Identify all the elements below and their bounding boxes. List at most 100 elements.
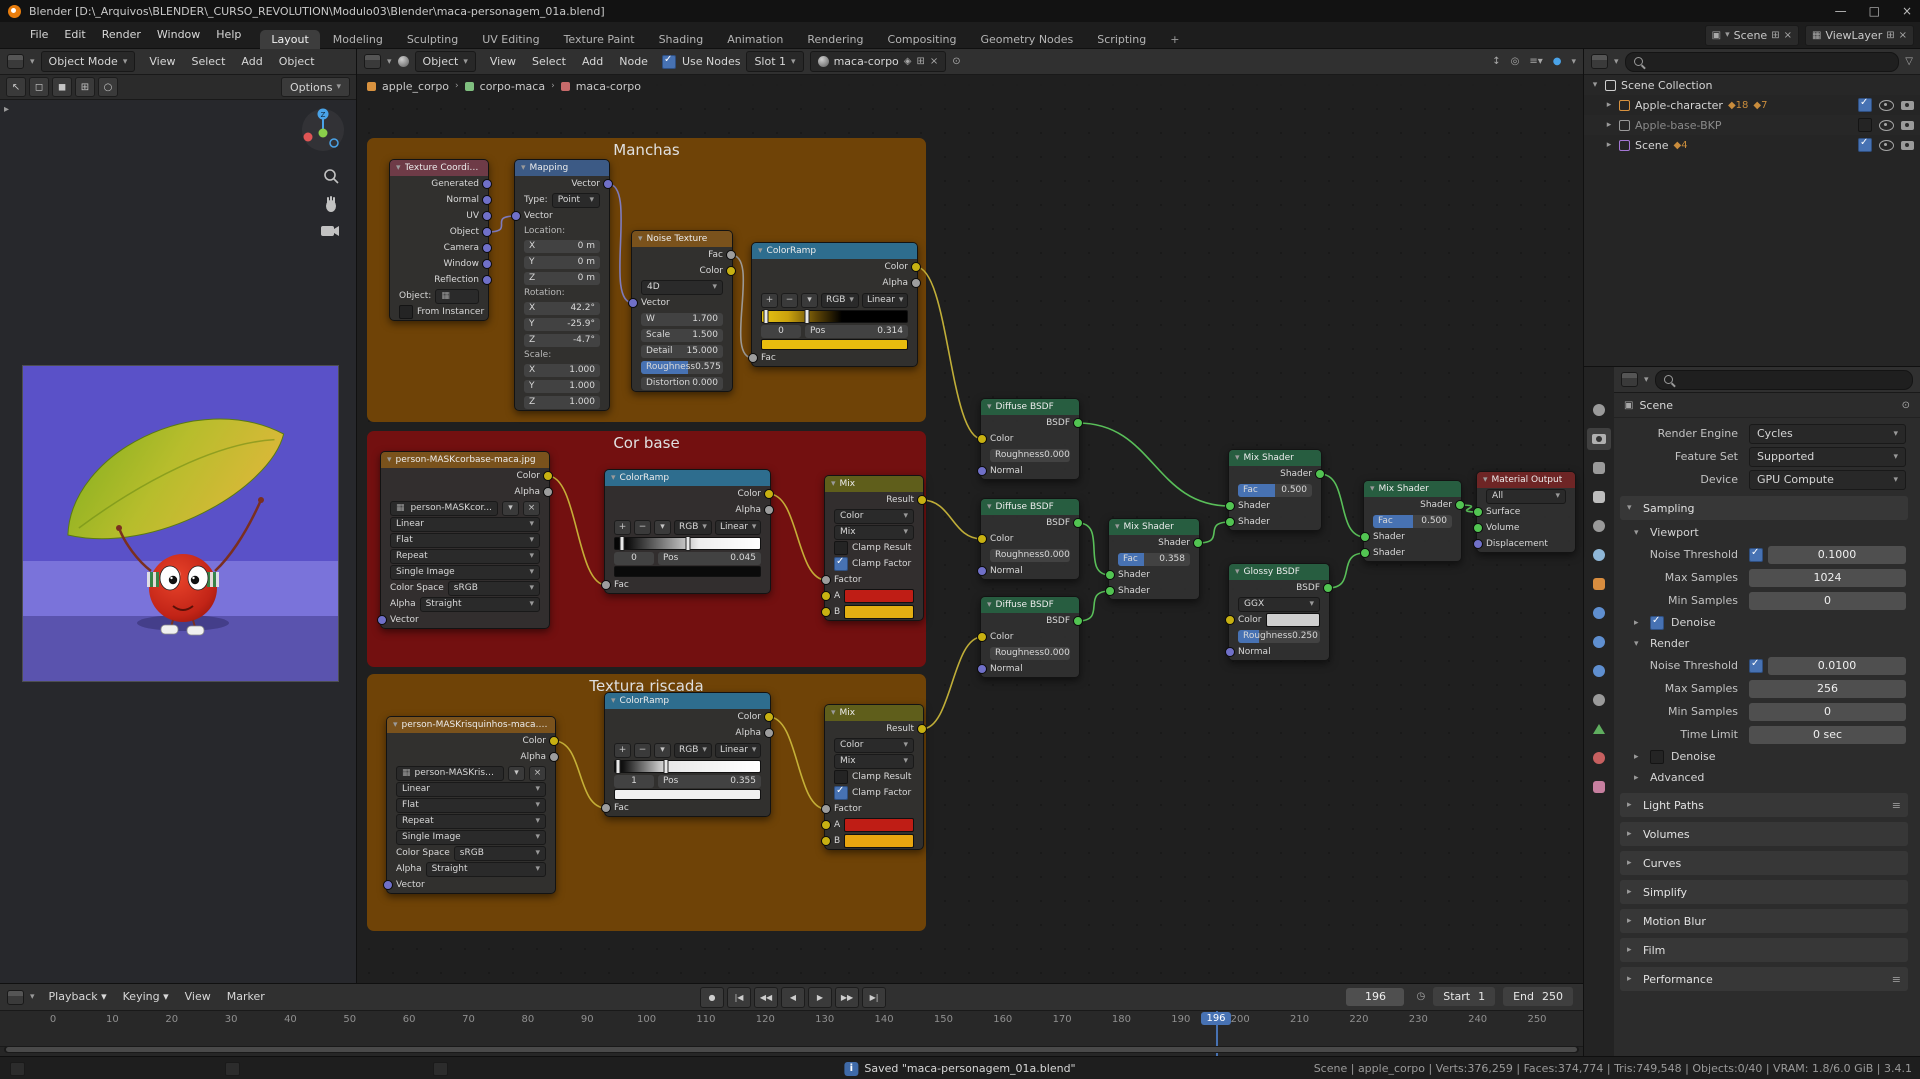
maximize-button[interactable]: □: [1869, 4, 1880, 18]
image-name-field[interactable]: ▦ person-MASKcor...: [390, 500, 498, 516]
socket-in-normal[interactable]: [977, 566, 987, 576]
start-frame-field[interactable]: Start 1: [1433, 987, 1496, 1006]
a-color-swatch[interactable]: [844, 818, 914, 832]
denoise-checkbox[interactable]: [1650, 615, 1664, 630]
ramp-remove-stop-button[interactable]: −: [634, 519, 651, 535]
pin-icon[interactable]: ⊙: [952, 56, 960, 67]
next-keyframe-button[interactable]: ▶▶: [835, 987, 859, 1008]
socket-in-color[interactable]: [977, 534, 987, 544]
subsection-viewport[interactable]: ▾ Viewport: [1620, 522, 1910, 543]
flat-dropdown[interactable]: Flat ▾: [396, 797, 546, 813]
stop-color-swatch[interactable]: [761, 339, 908, 350]
node-header-mix1[interactable]: ▾ Mix: [825, 476, 923, 492]
unlink-image-button[interactable]: ×: [523, 500, 540, 516]
viewport-menu-view[interactable]: View: [141, 49, 183, 75]
outliner-row-apple-base-bkp[interactable]: ▸ Apple-base-BKP: [1584, 115, 1920, 135]
socket-in-shader[interactable]: [1225, 517, 1235, 527]
node-mix2[interactable]: ▾MixResultColor▾Mix▾Clamp ResultClamp Fa…: [821, 704, 927, 850]
clamp-result-checkbox[interactable]: [834, 770, 848, 784]
gradient-stop-handle[interactable]: [763, 308, 769, 324]
use-nodes-checkbox[interactable]: [661, 54, 676, 69]
properties-tab-physics[interactable]: [1587, 660, 1611, 682]
previous-keyframe-button[interactable]: ◀◀: [754, 987, 778, 1008]
socket-out-color[interactable]: [543, 471, 553, 481]
node-canvas[interactable]: Manchas Cor base Textura riscada ▾ Texture C…: [357, 49, 1583, 983]
close-button[interactable]: ×: [1902, 4, 1912, 18]
subsection-denoise[interactable]: ▸Denoise: [1620, 746, 1910, 767]
stop-position-slider[interactable]: Pos 0.314: [805, 324, 908, 338]
socket-out-result[interactable]: [917, 724, 927, 734]
colorramp-gradient[interactable]: [761, 308, 908, 324]
linear-dropdown[interactable]: Linear ▾: [396, 781, 546, 797]
node-header-mapping[interactable]: ▾ Mapping: [515, 160, 609, 176]
y-field[interactable]: Y0 m: [524, 255, 600, 269]
jump-to-start-button[interactable]: |◀: [727, 987, 751, 1008]
fac-slider[interactable]: Fac 0.358: [1118, 552, 1190, 566]
socket-out-vector[interactable]: [603, 179, 613, 189]
node-header-diff1[interactable]: ▾ Diffuse BSDF: [981, 399, 1079, 415]
snapping-icon[interactable]: ◎: [1511, 56, 1520, 67]
render-engine-dropdown[interactable]: Cycles ▾: [1749, 423, 1906, 444]
section-light-paths[interactable]: ▸ Light Paths ≡: [1620, 793, 1908, 817]
node-header-diff2[interactable]: ▾ Diffuse BSDF: [981, 499, 1079, 515]
y-field[interactable]: Y 1.000: [524, 379, 600, 393]
ramp-add-stop-button[interactable]: +: [614, 519, 631, 535]
node-header-ramp1[interactable]: ▾ ColorRamp: [752, 243, 917, 259]
workspace-tab-sculpting[interactable]: Sculpting: [396, 30, 469, 49]
socket-in-a[interactable]: [821, 820, 831, 830]
socket-in-normal[interactable]: [977, 466, 987, 476]
noise-threshold-field[interactable]: 0.0100: [1768, 656, 1906, 675]
single-image-dropdown[interactable]: Single Image ▾: [396, 829, 546, 845]
stop-color-swatch[interactable]: [614, 789, 761, 800]
socket-out-shader[interactable]: [1455, 500, 1465, 510]
ramp-options-button[interactable]: ▾: [654, 742, 671, 758]
play-reverse-button[interactable]: ◀: [781, 987, 805, 1008]
node-glossy[interactable]: ▾ Glossy BSDF BSDF GGX ▾ Color Roughness 0.250 N…: [1225, 563, 1333, 661]
outliner-row-apple-character[interactable]: ▸ Apple-character ◆18 ◆7: [1584, 95, 1920, 115]
slot-dropdown[interactable]: Slot 1 ▾: [746, 51, 804, 72]
visibility-eye-icon[interactable]: [1879, 139, 1894, 151]
editor-type-icon[interactable]: [364, 54, 381, 69]
clamp-result-checkbox[interactable]: [834, 541, 848, 555]
socket-out-alpha[interactable]: [764, 728, 774, 738]
copy-material-icon[interactable]: ⊞: [917, 56, 925, 67]
socket-in-factor[interactable]: [821, 804, 831, 814]
properties-tab-render[interactable]: [1587, 428, 1611, 450]
preset-icon[interactable]: ≡: [1892, 973, 1901, 986]
section-motion-blur[interactable]: ▸ Motion Blur: [1620, 909, 1908, 933]
socket-out-alpha[interactable]: [764, 505, 774, 515]
gradient-stop-handle[interactable]: [804, 308, 810, 324]
color-mode-dropdown[interactable]: RGB ▾: [821, 292, 859, 308]
properties-tab-texture[interactable]: [1587, 776, 1611, 798]
visibility-eye-icon[interactable]: [1879, 119, 1894, 131]
socket-out-reflection[interactable]: [482, 275, 492, 285]
interpolation-dropdown[interactable]: Linear ▾: [861, 292, 908, 308]
socket-in-shader[interactable]: [1225, 501, 1235, 511]
autokey-record-button[interactable]: ●: [700, 987, 724, 1008]
single-image-dropdown[interactable]: Single Image ▾: [390, 564, 540, 580]
socket-in-fac[interactable]: [601, 803, 611, 813]
scrollbar-handle[interactable]: [6, 1047, 1577, 1052]
distortion-field[interactable]: Distortion 0.000: [641, 376, 723, 390]
zoom-icon[interactable]: [322, 167, 340, 185]
node-diff1[interactable]: ▾ Diffuse BSDF BSDF Color Roughness 0.000 Norm…: [977, 398, 1083, 480]
colorramp-gradient[interactable]: [614, 535, 761, 551]
node-header-mix2[interactable]: ▾ Mix: [825, 705, 923, 721]
menu-file[interactable]: File: [22, 22, 56, 48]
node-diff2[interactable]: ▾ Diffuse BSDF BSDF Color Roughness 0.000 Norm…: [977, 498, 1083, 580]
node-header-ms2[interactable]: ▾ Mix Shader: [1229, 450, 1321, 466]
node-header-img2[interactable]: ▾ person-MASKrisquinhos-maca.jpg: [387, 717, 555, 733]
color-color-swatch[interactable]: [1265, 613, 1320, 627]
section-performance[interactable]: ▸ Performance ≡: [1620, 967, 1908, 991]
noise-threshold-checkbox[interactable]: [1749, 658, 1763, 673]
type-dropdown[interactable]: Point ▾: [551, 192, 600, 208]
socket-out-window[interactable]: [482, 259, 492, 269]
socket-in-factor[interactable]: [821, 575, 831, 585]
properties-tab-view-layer[interactable]: [1587, 486, 1611, 508]
select-subtract-icon[interactable]: ⊞: [75, 77, 95, 97]
properties-tab-object[interactable]: [1587, 573, 1611, 595]
socket-in-vector[interactable]: [628, 298, 638, 308]
workspace-tab-uv-editing[interactable]: UV Editing: [471, 30, 550, 49]
minimize-button[interactable]: —: [1835, 4, 1847, 18]
b-color-swatch[interactable]: [844, 834, 914, 848]
